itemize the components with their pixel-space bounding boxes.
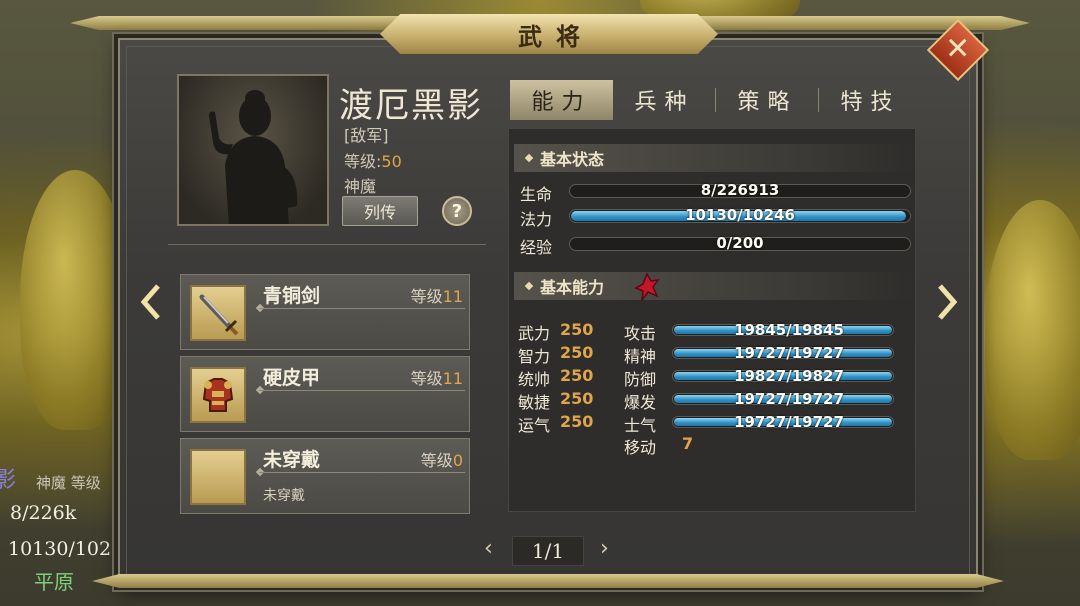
behind-unit-hp: 8/226k	[10, 502, 77, 524]
exp-label: 经验	[520, 238, 553, 257]
move-label: 移动	[624, 438, 657, 457]
combat-stat-value: 19827/19827	[734, 367, 844, 385]
equip-subtitle: 未穿戴	[263, 488, 305, 504]
portrait-divider	[168, 244, 486, 245]
attr-name: 武力	[518, 324, 551, 343]
behind-unit-name: 影	[0, 468, 17, 493]
hero-name: 渡厄黑影	[339, 86, 483, 126]
window-title-plate: 武将	[380, 14, 718, 54]
hero-faction: [敌军]	[344, 126, 389, 145]
mp-value: 10130/10246	[685, 206, 795, 224]
hero-race: 神魔	[344, 177, 377, 196]
window-title: 武将	[518, 21, 594, 51]
tab-bar: 能力 兵种 策略 特技	[510, 80, 922, 120]
tab-ability[interactable]: 能力	[510, 80, 613, 120]
hero-level: 等级:50	[344, 148, 402, 172]
tab-troop-type[interactable]: 兵种	[613, 80, 716, 120]
attr-name: 统帅	[518, 370, 551, 389]
equip-divider	[259, 308, 465, 309]
hero-portrait	[177, 74, 329, 226]
hp-label: 生命	[520, 185, 553, 204]
leather-armor-icon	[190, 367, 246, 423]
equip-level: 等级11	[410, 287, 463, 306]
equip-divider	[259, 472, 465, 473]
page-indicator: 1/1	[512, 536, 584, 566]
help-button[interactable]: ?	[442, 196, 472, 226]
combat-stat-name: 攻击	[624, 324, 657, 343]
equip-level: 等级11	[410, 369, 463, 388]
page-next-button[interactable]: ›	[600, 538, 614, 560]
move-value: 7	[682, 434, 694, 453]
combat-stat-value: 19727/19727	[734, 344, 844, 362]
attr-name: 智力	[518, 347, 551, 366]
combat-stat-name: 防御	[624, 370, 657, 389]
chevron-right-icon	[938, 284, 958, 320]
combat-stat-value: 19845/19845	[734, 321, 844, 339]
rage-flame-icon	[634, 272, 660, 302]
combat-stat-value: 19727/19727	[734, 390, 844, 408]
bronze-sword-icon	[190, 285, 246, 341]
hero-level-value: 50	[381, 152, 402, 171]
next-general-arrow[interactable]	[934, 282, 960, 322]
behind-unit-mp: 10130/102	[8, 538, 112, 560]
golden-statue-right	[985, 200, 1080, 460]
attr-value: 250	[560, 412, 594, 431]
behind-unit-tag: 神魔 等级	[36, 474, 101, 492]
equip-divider	[259, 390, 465, 391]
exp-value: 0/200	[716, 234, 764, 252]
close-x-icon: ✕	[945, 31, 971, 67]
attr-name: 运气	[518, 416, 551, 435]
page-prev-button[interactable]: ‹	[484, 538, 498, 560]
equip-name: 未穿戴	[263, 449, 321, 471]
biography-button[interactable]: 列传	[342, 196, 418, 226]
attr-value: 250	[560, 320, 594, 339]
empty-slot-icon	[190, 449, 246, 505]
mp-label: 法力	[520, 210, 553, 229]
hp-value: 8/226913	[700, 181, 780, 199]
attr-value: 250	[560, 366, 594, 385]
basic-status-header: 基本状态	[514, 144, 914, 172]
buddha-statue-icon	[209, 90, 298, 224]
equip-level: 等级0	[420, 451, 463, 470]
behind-unit-terrain: 平原	[34, 570, 74, 594]
attr-name: 敏捷	[518, 393, 551, 412]
tab-special-skill[interactable]: 特技	[819, 80, 922, 120]
equip-slot-accessory[interactable]: 未穿戴 等级0 未穿戴	[180, 438, 470, 514]
combat-stat-value: 19727/19727	[734, 413, 844, 431]
combat-stat-name: 爆发	[624, 393, 657, 412]
equip-name: 硬皮甲	[263, 367, 321, 389]
basic-ability-header: 基本能力	[514, 272, 914, 300]
combat-stat-name: 精神	[624, 347, 657, 366]
combat-stat-name: 士气	[624, 416, 657, 435]
hero-level-label: 等级:	[344, 152, 382, 171]
equip-name: 青铜剑	[263, 285, 321, 307]
frame-bottom-rail	[92, 574, 1004, 588]
golden-statue-left	[20, 170, 130, 430]
attr-value: 250	[560, 343, 594, 362]
chevron-left-icon	[140, 284, 160, 320]
equip-slot-armor[interactable]: 硬皮甲 等级11	[180, 356, 470, 432]
attr-value: 250	[560, 389, 594, 408]
prev-general-arrow[interactable]	[138, 282, 164, 322]
equip-slot-weapon[interactable]: 青铜剑 等级11	[180, 274, 470, 350]
tab-strategy[interactable]: 策略	[716, 80, 819, 120]
